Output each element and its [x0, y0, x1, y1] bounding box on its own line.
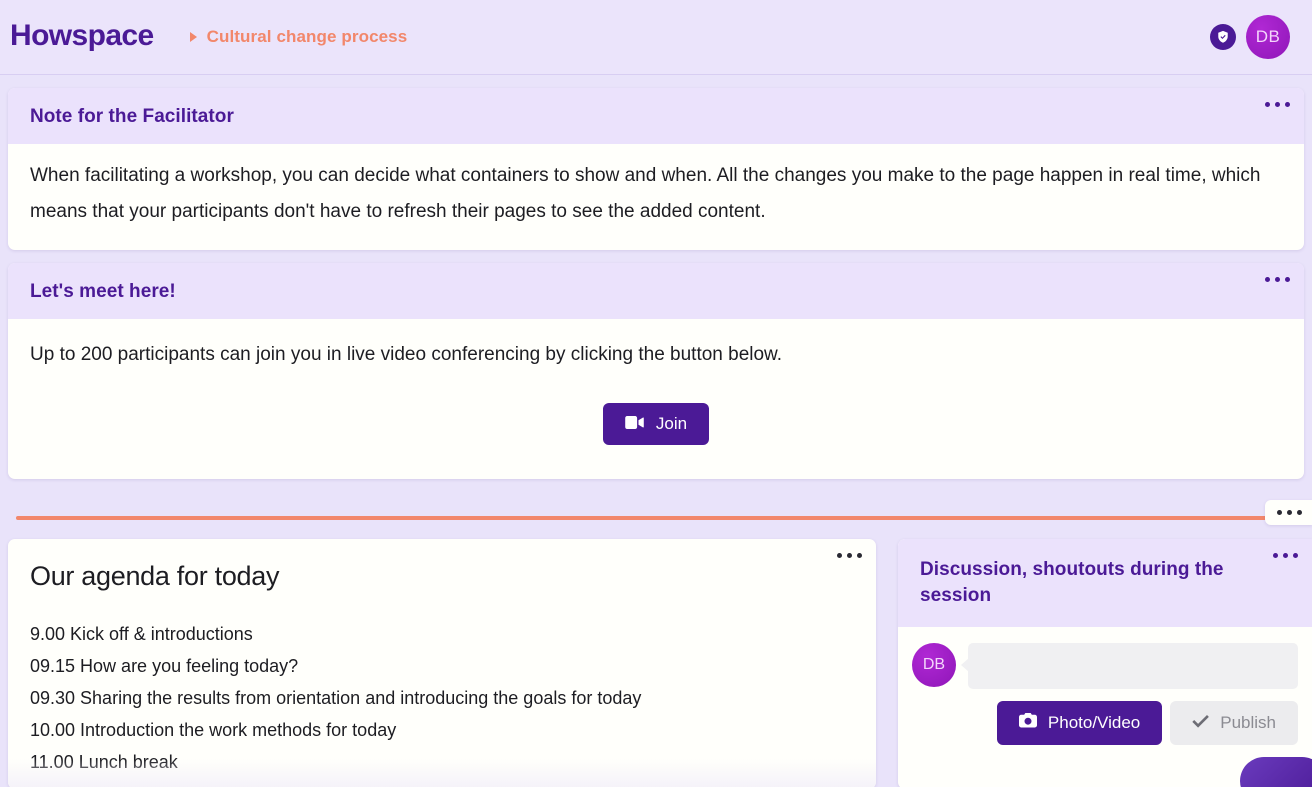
howspace-logo[interactable]: Howspace — [10, 20, 154, 54]
card-note-title: Note for the Facilitator — [30, 106, 234, 127]
avatar: DB — [912, 642, 956, 687]
card-note-menu-ellipsis-icon[interactable] — [1259, 96, 1296, 113]
photo-video-button[interactable]: Photo/Video — [996, 700, 1163, 745]
join-button-label: Join — [655, 414, 688, 434]
card-lets-meet-here: Let's meet here! Up to 200 participants … — [8, 263, 1304, 480]
page-content: Note for the Facilitator When facilitati… — [0, 75, 1312, 787]
card-meet-text: Up to 200 participants can join you in l… — [30, 344, 783, 366]
shield-check-icon[interactable] — [1210, 24, 1236, 50]
join-button[interactable]: Join — [602, 403, 710, 446]
card-agenda-menu-ellipsis-icon[interactable] — [831, 547, 868, 564]
header-actions: DB — [1210, 15, 1290, 59]
camera-icon — [1018, 712, 1037, 733]
card-discussion-header: Discussion, shoutouts during the session — [898, 539, 1312, 627]
breadcrumb-item-workspace[interactable]: Cultural change process — [207, 27, 408, 47]
card-discussion-body: DB Photo/Video Publish — [898, 627, 1312, 759]
card-meet-body: Up to 200 participants can join you in l… — [8, 319, 1304, 479]
publish-label: Publish — [1220, 712, 1276, 732]
card-agenda-body: Our agenda for today 9.00 Kick off & int… — [8, 539, 876, 778]
divider-line — [16, 516, 1296, 521]
breadcrumb: Cultural change process — [189, 27, 408, 47]
divider-menu-ellipsis-icon[interactable] — [1265, 500, 1312, 526]
card-note-header: Note for the Facilitator — [8, 88, 1304, 144]
photo-video-label: Photo/Video — [1047, 712, 1141, 732]
list-item: 10.00 Introduction the work methods for … — [30, 720, 397, 741]
list-item: 9.00 Kick off & introductions — [30, 624, 253, 645]
compose-input-wrapper: Photo/Video Publish — [961, 642, 1298, 745]
agenda-list: 9.00 Kick off & introductions 09.15 How … — [30, 618, 854, 778]
content-columns: Our agenda for today 9.00 Kick off & int… — [8, 539, 1312, 787]
card-note-for-facilitator: Note for the Facilitator When facilitati… — [8, 88, 1304, 251]
list-item: 09.30 Sharing the results from orientati… — [30, 688, 642, 709]
comment-input[interactable] — [961, 642, 1298, 689]
card-note-body: When facilitating a workshop, you can de… — [8, 144, 1304, 250]
avatar[interactable]: DB — [1246, 15, 1290, 59]
publish-button[interactable]: Publish — [1170, 700, 1298, 745]
card-meet-header: Let's meet here! — [8, 263, 1304, 320]
join-button-row: Join — [30, 403, 1282, 446]
card-discussion-title: Discussion, shoutouts during the session — [920, 559, 1224, 606]
floating-action-button[interactable] — [1240, 757, 1312, 787]
section-divider — [8, 497, 1312, 539]
card-agenda: Our agenda for today 9.00 Kick off & int… — [8, 539, 876, 787]
check-icon — [1192, 713, 1210, 733]
compose-row: DB Photo/Video Publish — [912, 642, 1298, 745]
chevron-right-icon — [189, 32, 197, 42]
card-note-text: When facilitating a workshop, you can de… — [30, 165, 1261, 223]
compose-actions: Photo/Video Publish — [968, 700, 1298, 745]
list-item: 11.00 Lunch break — [30, 752, 178, 773]
card-meet-menu-ellipsis-icon[interactable] — [1259, 271, 1296, 288]
card-discussion: Discussion, shoutouts during the session… — [898, 539, 1312, 787]
card-discussion-menu-ellipsis-icon[interactable] — [1267, 547, 1304, 564]
app-header: Howspace Cultural change process DB — [0, 0, 1312, 75]
card-meet-title: Let's meet here! — [30, 281, 176, 303]
video-camera-icon — [625, 414, 644, 434]
card-agenda-title: Our agenda for today — [30, 561, 280, 592]
list-item: 09.15 How are you feeling today? — [30, 656, 299, 677]
